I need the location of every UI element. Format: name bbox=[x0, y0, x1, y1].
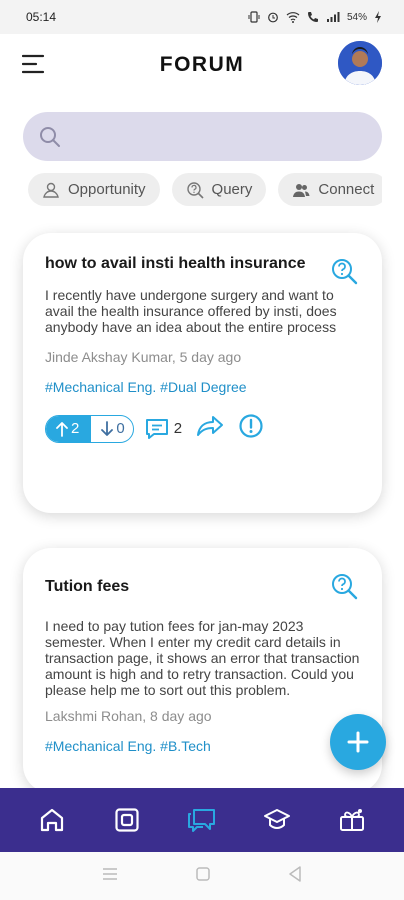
alert-icon bbox=[239, 414, 263, 438]
explore-icon bbox=[115, 808, 139, 832]
signal-icon bbox=[326, 11, 340, 23]
system-back-button[interactable] bbox=[288, 865, 302, 887]
gift-icon bbox=[340, 809, 365, 831]
system-menu-button[interactable] bbox=[102, 867, 118, 886]
post-title[interactable]: Tution fees bbox=[45, 578, 315, 596]
post-type-badge bbox=[330, 257, 358, 290]
page-title: FORUM bbox=[159, 53, 245, 76]
search-bar[interactable] bbox=[23, 112, 382, 161]
graduation-cap-icon bbox=[264, 809, 291, 830]
post-tags[interactable]: #Mechanical Eng. #B.Tech bbox=[45, 738, 360, 754]
nav-academics[interactable] bbox=[257, 800, 297, 840]
wifi-icon bbox=[286, 11, 300, 23]
app-bar: FORUM bbox=[0, 34, 404, 96]
hamburger-menu-icon[interactable] bbox=[21, 52, 46, 76]
recents-icon bbox=[103, 867, 117, 880]
call-icon bbox=[307, 11, 319, 23]
nav-explore[interactable] bbox=[107, 800, 147, 840]
share-icon bbox=[197, 416, 224, 436]
report-button[interactable] bbox=[238, 413, 264, 444]
nav-gifts[interactable] bbox=[332, 800, 372, 840]
chip-opportunity[interactable]: Opportunity bbox=[28, 173, 160, 206]
post-card[interactable]: how to avail insti health insurance I re… bbox=[23, 233, 382, 513]
comment-count: 2 bbox=[173, 420, 183, 437]
post-meta: Lakshmi Rohan, 8 day ago bbox=[45, 708, 212, 724]
comments-button[interactable]: 2 bbox=[144, 417, 182, 441]
nav-home[interactable] bbox=[32, 800, 72, 840]
add-post-button[interactable] bbox=[330, 714, 386, 770]
charging-icon bbox=[374, 11, 382, 23]
chip-connect[interactable]: Connect bbox=[278, 173, 382, 206]
profile-photo-icon bbox=[338, 41, 382, 85]
post-card[interactable]: Tution fees I need to pay tution fees fo… bbox=[23, 548, 382, 793]
arrow-down-icon bbox=[101, 420, 114, 436]
query-search-icon bbox=[332, 259, 358, 285]
arrow-up-icon bbox=[56, 421, 68, 437]
system-nav-bar bbox=[0, 852, 404, 900]
forum-icon bbox=[187, 809, 215, 832]
status-icons: 54% bbox=[248, 11, 382, 23]
chip-query[interactable]: Query bbox=[171, 173, 267, 206]
home-icon bbox=[40, 808, 63, 832]
category-chips: Opportunity Query Connect bbox=[28, 173, 382, 207]
bottom-nav bbox=[0, 788, 404, 852]
post-meta: Jinde Akshay Kumar, 5 day ago bbox=[45, 349, 242, 365]
avatar[interactable] bbox=[338, 41, 382, 85]
search-icon bbox=[40, 126, 60, 147]
nav-forum[interactable] bbox=[182, 800, 222, 840]
search-input[interactable] bbox=[71, 128, 382, 145]
people-icon bbox=[293, 183, 310, 197]
comment-icon bbox=[145, 418, 168, 439]
downvote-button[interactable]: 0 bbox=[91, 416, 132, 442]
vote-control: 2 0 bbox=[45, 414, 134, 443]
upvote-count: 2 bbox=[71, 420, 80, 437]
post-actions: 2 0 2 bbox=[45, 413, 360, 444]
status-bar: 05:14 54% bbox=[0, 0, 404, 34]
post-title[interactable]: how to avail insti health insurance bbox=[45, 255, 315, 273]
battery-percent: 54% bbox=[346, 11, 367, 23]
chip-label: Query bbox=[211, 181, 253, 198]
query-search-icon bbox=[332, 574, 358, 600]
post-type-badge bbox=[330, 572, 358, 605]
menu-button[interactable] bbox=[21, 52, 46, 76]
post-body: I need to pay tution fees for jan-may 20… bbox=[45, 618, 360, 698]
plus-icon bbox=[347, 731, 369, 753]
status-time: 05:14 bbox=[26, 10, 57, 24]
vibrate-icon bbox=[248, 11, 260, 23]
query-icon bbox=[186, 181, 204, 199]
post-body: I recently have undergone surgery and wa… bbox=[45, 287, 337, 335]
upvote-button[interactable]: 2 bbox=[46, 415, 92, 442]
back-triangle-icon bbox=[289, 865, 301, 882]
opportunity-icon bbox=[43, 182, 59, 198]
downvote-count: 0 bbox=[116, 420, 125, 437]
chip-label: Opportunity bbox=[68, 181, 146, 198]
home-square-icon bbox=[196, 866, 210, 881]
alarm-icon bbox=[267, 11, 279, 23]
chip-label: Connect bbox=[318, 181, 375, 198]
system-home-button[interactable] bbox=[196, 866, 210, 886]
share-button[interactable] bbox=[196, 414, 224, 443]
post-tags[interactable]: #Mechanical Eng. #Dual Degree bbox=[45, 379, 360, 395]
